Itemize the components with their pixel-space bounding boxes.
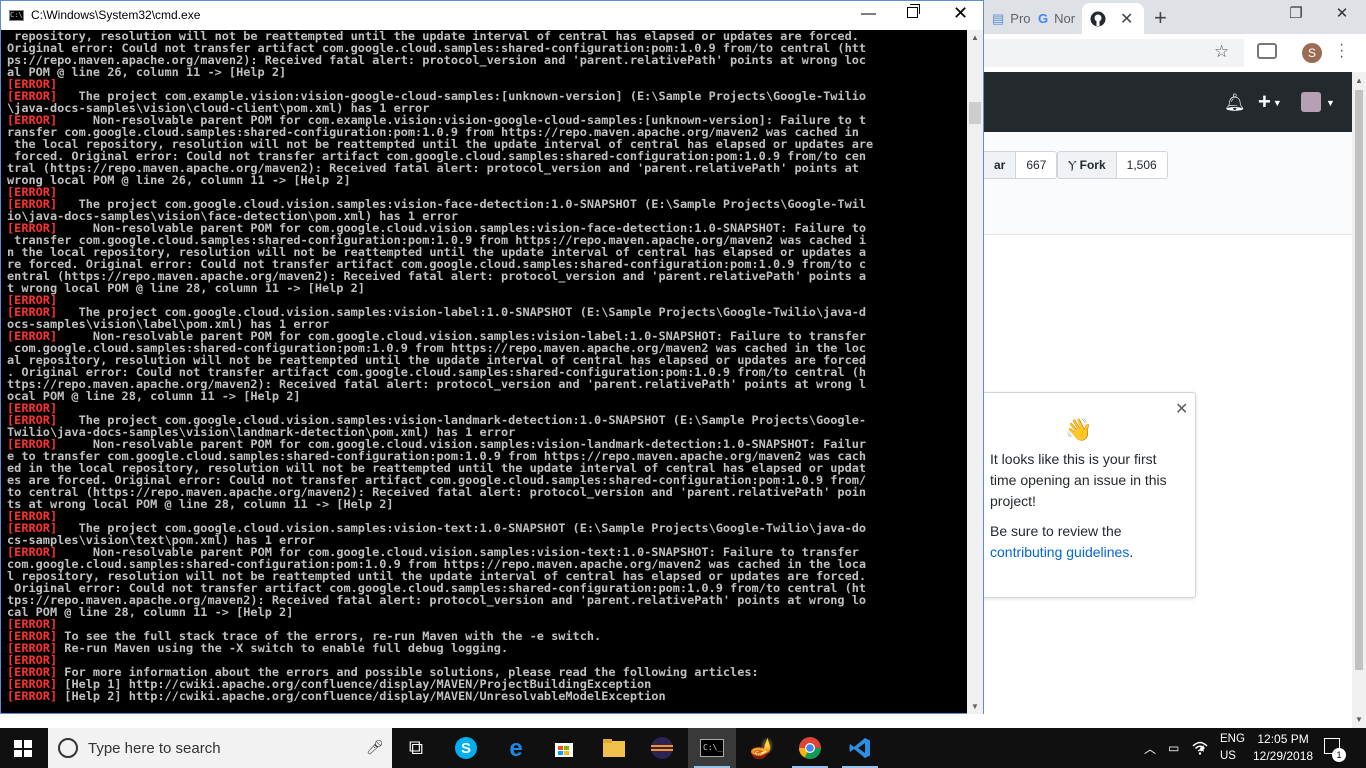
close-tab-icon[interactable]: ✕ <box>1120 9 1133 29</box>
console-text: wrong local POM @ line 26, column 11 -> … <box>7 173 351 187</box>
windows-start-icon[interactable] <box>14 740 32 757</box>
language-indicator[interactable]: ENG US <box>1220 731 1245 765</box>
task-view-icon[interactable]: ⧉ <box>392 728 440 768</box>
console-text: Re-run Maven using the -X switch to enab… <box>57 641 509 655</box>
tab-github[interactable]: ✕ <box>1082 3 1144 34</box>
svg-text:e: e <box>509 736 522 760</box>
eclipse-icon[interactable] <box>638 728 686 768</box>
clock[interactable]: 12:05 PM 12/29/2018 <box>1253 731 1313 765</box>
tab-label: Nor <box>1054 11 1076 26</box>
scrollbar-thumb[interactable] <box>969 102 981 124</box>
camera-icon[interactable] <box>1257 43 1277 59</box>
svg-text:S: S <box>461 740 471 757</box>
console-text: t wrong local POM @ line 28, column 11 -… <box>7 281 365 295</box>
console-line: ts at wrong local POM @ line 28, column … <box>7 498 967 510</box>
taskbar-search-box[interactable]: Type here to search 🎤︎ <box>48 728 392 768</box>
fork-button[interactable]: Ⲩ Fork <box>1057 151 1117 179</box>
region-code: US <box>1220 750 1236 762</box>
review-prefix: Be sure to review the <box>990 523 1122 539</box>
cmd-taskbar-icon[interactable]: C:\_ <box>688 728 736 768</box>
new-tab-button[interactable]: + <box>1154 5 1167 31</box>
console-text: [Help 2] http://cwiki.apache.org/conflue… <box>57 689 666 703</box>
star-button-group: ar 667 <box>984 151 1058 179</box>
cmd-title: C:\Windows\System32\cmd.exe <box>31 8 201 22</box>
minimize-button[interactable]: — <box>861 5 876 22</box>
scroll-up-arrow-icon[interactable]: ▲ <box>971 33 979 42</box>
menu-kebab-icon[interactable]: · · · <box>1339 37 1344 65</box>
popover-text: It looks like this is your first time op… <box>990 451 1167 509</box>
scroll-up-arrow-icon[interactable]: ▲ <box>1355 76 1363 85</box>
profile-avatar[interactable]: S <box>1302 43 1322 63</box>
waving-hand-icon: 👋 <box>1065 417 1093 442</box>
star-button[interactable]: ar <box>984 151 1017 179</box>
scroll-down-arrow-icon[interactable]: ▼ <box>1355 715 1363 724</box>
cortana-icon <box>58 738 78 758</box>
console-line: [ERROR] [Help 2] http://cwiki.apache.org… <box>7 690 967 702</box>
genie-lamp-icon[interactable]: 🪔 <box>738 728 786 768</box>
github-icon <box>1090 11 1106 27</box>
page-scrollbar[interactable]: ▲ ▼ <box>1352 72 1366 728</box>
cmd-icon: C:\ <box>9 10 24 21</box>
language-code: ENG <box>1220 733 1245 745</box>
edge-icon[interactable]: e <box>492 728 540 768</box>
chrome-close-button[interactable]: ✕ <box>1322 4 1362 22</box>
clock-time: 12:05 PM <box>1257 732 1309 746</box>
console-line: t wrong local POM @ line 28, column 11 -… <box>7 282 967 294</box>
microphone-icon[interactable]: 🎤︎ <box>366 739 384 756</box>
vscode-icon[interactable] <box>836 728 884 768</box>
console-text: ts at wrong local POM @ line 28, column … <box>7 497 394 511</box>
tab-label: Pro <box>1010 11 1031 26</box>
notification-count-badge: 1 <box>1332 748 1346 762</box>
tab-pro[interactable]: ▤ Pro <box>984 3 1031 34</box>
review-suffix: . <box>1129 544 1134 560</box>
popover-review-text: Be sure to review the contributing guide… <box>990 521 1186 563</box>
google-icon: G <box>1038 11 1049 26</box>
user-avatar[interactable] <box>1301 92 1321 112</box>
fork-button-group: Ⲩ Fork 1,506 <box>1057 151 1168 179</box>
chrome-restore-button[interactable]: ❐ <box>1276 4 1316 22</box>
console-line: al POM @ line 26, column 11 -> [Help 2] <box>7 66 967 78</box>
show-hidden-icons-icon[interactable]: ︿ <box>1144 728 1156 768</box>
address-bar[interactable] <box>984 39 1244 67</box>
volume-icon[interactable]: 🔈︎ <box>1200 728 1207 768</box>
fork-count[interactable]: 1,506 <box>1116 151 1168 179</box>
cmd-title-bar[interactable]: C:\ C:\Windows\System32\cmd.exe — ✕ <box>1 1 983 30</box>
search-placeholder: Type here to search <box>88 740 221 757</box>
cmd-scrollbar[interactable]: ▲ ▼ <box>967 30 983 714</box>
file-explorer-icon[interactable] <box>590 728 638 768</box>
cmd-window: C:\ C:\Windows\System32\cmd.exe — ✕ repo… <box>0 0 984 714</box>
bell-icon[interactable]: 🔔︎ <box>1224 93 1246 113</box>
bookmark-star-icon[interactable]: ☆ <box>1214 42 1229 62</box>
console-line: ocal POM @ line 28, column 11 -> [Help 2… <box>7 390 967 402</box>
document-icon: ▤ <box>992 10 1005 26</box>
chrome-icon[interactable] <box>786 728 834 768</box>
console-output[interactable]: repository, resolution will not be reatt… <box>7 30 967 714</box>
scroll-down-arrow-icon[interactable]: ▼ <box>971 702 979 711</box>
fork-label: Fork <box>1079 158 1106 172</box>
svg-text:C:\_: C:\_ <box>703 743 722 752</box>
console-line: wrong local POM @ line 26, column 11 -> … <box>7 174 967 186</box>
star-count[interactable]: 667 <box>1016 151 1058 179</box>
scrollbar-thumb[interactable] <box>1355 90 1363 670</box>
restore-button[interactable] <box>907 4 920 18</box>
contributing-guidelines-link[interactable]: contributing guidelines <box>990 544 1129 560</box>
error-tag: [ERROR] <box>7 689 58 703</box>
caret-down-icon: ▼ <box>1272 98 1282 109</box>
tab-google[interactable]: G Nor <box>1030 3 1080 34</box>
create-new-button[interactable]: + ▼ <box>1258 89 1282 115</box>
first-issue-popover: ✕ 👋 It looks like this is your first tim… <box>976 392 1196 598</box>
skype-icon[interactable]: S <box>442 728 490 768</box>
console-line: [ERROR] Re-run Maven using the -X switch… <box>7 642 967 654</box>
close-button[interactable]: ✕ <box>953 3 968 24</box>
clock-date: 12/29/2018 <box>1253 749 1314 763</box>
store-icon[interactable] <box>540 728 588 768</box>
console-line: cal POM @ line 28, column 11 -> [Help 2] <box>7 606 967 618</box>
battery-icon[interactable]: ▭ <box>1168 728 1179 768</box>
caret-down-icon: ▼ <box>1326 98 1335 108</box>
close-icon[interactable]: ✕ <box>1175 399 1188 419</box>
fork-icon: Ⲩ <box>1068 157 1077 172</box>
